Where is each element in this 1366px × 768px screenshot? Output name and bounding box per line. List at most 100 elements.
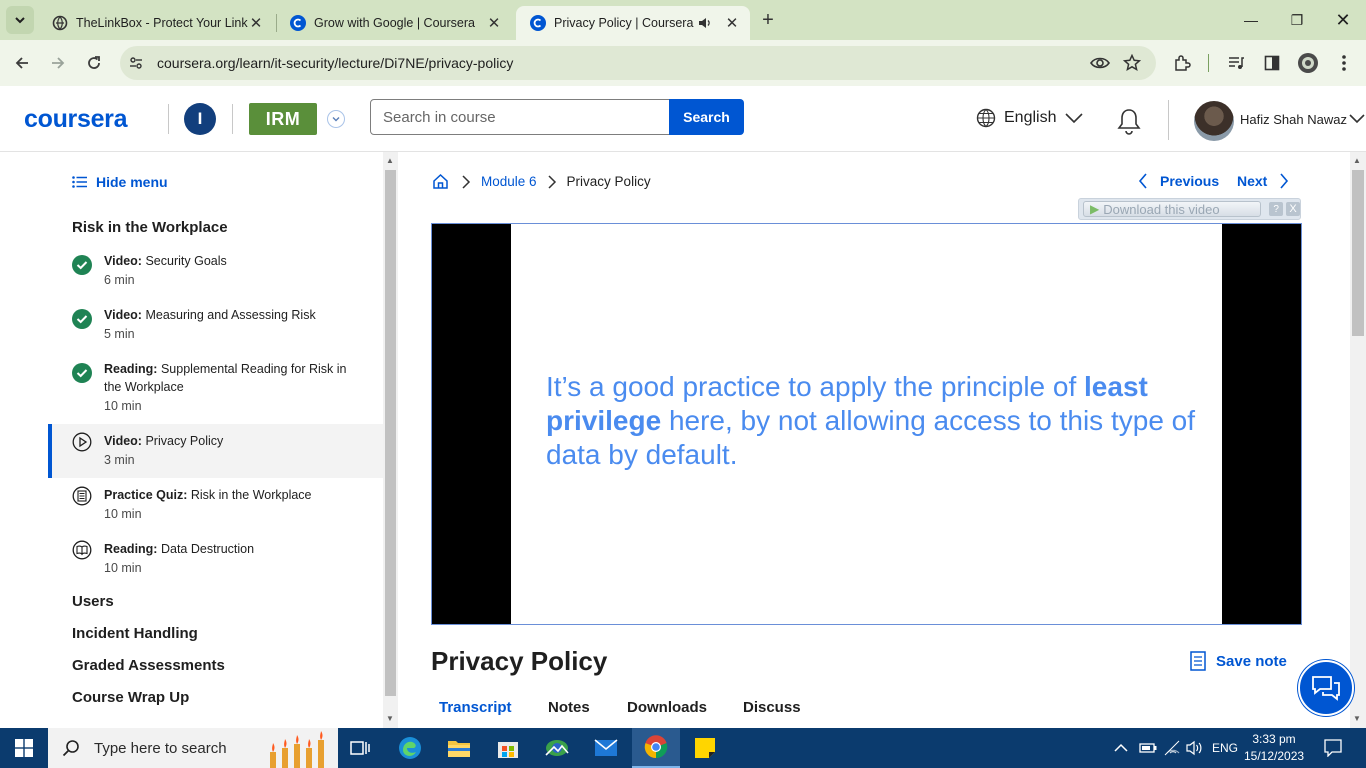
- media-controls-icon[interactable]: [1224, 51, 1248, 75]
- minimize-button[interactable]: —: [1228, 0, 1274, 40]
- sidebar-item-security-goals[interactable]: Video: Security Goals 6 min: [48, 252, 383, 296]
- header-divider: [232, 104, 233, 134]
- sidebar-item-data-destruction[interactable]: Reading: Data Destruction 10 min: [48, 540, 383, 584]
- start-button[interactable]: [0, 728, 48, 768]
- input-language-indicator[interactable]: ENG: [1212, 728, 1238, 768]
- task-view-button[interactable]: [336, 728, 384, 768]
- chevron-down-icon[interactable]: [1349, 113, 1365, 125]
- help-icon[interactable]: ?: [1269, 202, 1284, 216]
- network-icon[interactable]: [1164, 728, 1182, 768]
- tab-transcript[interactable]: Transcript: [439, 699, 512, 716]
- hide-menu-button[interactable]: Hide menu: [72, 174, 168, 190]
- tab-notes[interactable]: Notes: [548, 699, 590, 716]
- reload-button[interactable]: [82, 51, 106, 75]
- forward-button[interactable]: [46, 51, 70, 75]
- eye-icon[interactable]: [1088, 51, 1112, 75]
- volume-icon[interactable]: [1186, 728, 1204, 768]
- sidebar-section-graded-assessments[interactable]: Graded Assessments: [72, 657, 225, 674]
- browser-menu-icon[interactable]: [1332, 51, 1356, 75]
- taskbar-search-box[interactable]: Type here to search: [48, 728, 338, 768]
- item-type: Video:: [104, 254, 142, 268]
- user-name[interactable]: Hafiz Shah Nawaz: [1240, 112, 1347, 127]
- video-caption-text: It’s a good practice to apply the princi…: [546, 370, 1196, 472]
- sidebar-section-course-wrap-up[interactable]: Course Wrap Up: [72, 689, 189, 706]
- close-icon[interactable]: X: [1286, 202, 1300, 216]
- download-video-bar: ▶ Download this video ? X: [1078, 198, 1301, 220]
- module-title: Risk in the Workplace: [72, 219, 228, 236]
- chevron-down-icon: [15, 17, 25, 24]
- video-player[interactable]: It’s a good practice to apply the princi…: [431, 223, 1302, 625]
- browser-tab-grow-with-google[interactable]: Grow with Google | Coursera ✕: [276, 6, 512, 40]
- user-avatar[interactable]: [1194, 101, 1234, 141]
- next-button[interactable]: Next: [1237, 173, 1289, 189]
- sidebar-item-measuring-risk[interactable]: Video: Measuring and Assessing Risk 5 mi…: [48, 306, 383, 350]
- chrome-icon: [644, 735, 668, 759]
- edge-icon: [399, 737, 421, 759]
- notifications-bell-icon[interactable]: [1116, 107, 1142, 135]
- bookmark-star-icon[interactable]: [1120, 51, 1144, 75]
- scroll-up-icon[interactable]: ▲: [1353, 156, 1361, 165]
- home-icon[interactable]: [432, 173, 449, 190]
- item-title: Measuring and Assessing Risk: [145, 308, 316, 322]
- profile-icon[interactable]: [1296, 51, 1320, 75]
- coursera-logo[interactable]: coursera: [24, 105, 128, 134]
- partner-logo[interactable]: IRM: [249, 103, 317, 135]
- sidebar-section-incident-handling[interactable]: Incident Handling: [72, 625, 198, 642]
- save-note-button[interactable]: Save note: [1190, 651, 1287, 671]
- new-tab-button[interactable]: +: [757, 9, 779, 31]
- speaker-icon[interactable]: [698, 16, 712, 30]
- taskbar-mail[interactable]: [582, 728, 630, 768]
- close-tab-icon[interactable]: ✕: [724, 15, 740, 32]
- breadcrumb-module[interactable]: Module 6: [481, 174, 537, 189]
- show-hidden-icons-button[interactable]: [1114, 728, 1128, 768]
- play-icon: ▶: [1090, 202, 1100, 216]
- browser-tab-privacy-policy[interactable]: Privacy Policy | Coursera ✕: [516, 6, 750, 40]
- chat-support-button[interactable]: [1298, 660, 1354, 716]
- page-scrollbar-thumb[interactable]: [1352, 170, 1364, 336]
- scroll-up-icon[interactable]: ▲: [386, 156, 394, 165]
- tab-search-button[interactable]: [6, 6, 34, 34]
- scroll-down-icon[interactable]: ▼: [1353, 714, 1361, 723]
- download-video-button[interactable]: ▶ Download this video: [1083, 201, 1262, 217]
- taskbar-edge[interactable]: [386, 728, 434, 768]
- breadcrumb: Module 6 Privacy Policy: [432, 173, 651, 190]
- side-panel-icon[interactable]: [1260, 51, 1284, 75]
- taskbar-sticky-notes[interactable]: [681, 728, 729, 768]
- taskbar-chrome[interactable]: [632, 728, 680, 768]
- hide-menu-label: Hide menu: [96, 174, 168, 190]
- item-type: Reading:: [104, 542, 158, 556]
- course-search-input[interactable]: [370, 99, 670, 135]
- sidebar-item-supplemental-reading[interactable]: Reading: Supplemental Reading for Risk i…: [48, 360, 383, 418]
- previous-button[interactable]: Previous: [1138, 173, 1219, 189]
- scroll-down-icon[interactable]: ▼: [386, 714, 394, 723]
- sidebar-section-users[interactable]: Users: [72, 593, 114, 610]
- search-button[interactable]: Search: [669, 99, 744, 135]
- sidebar-item-practice-quiz[interactable]: Practice Quiz: Risk in the Workplace 10 …: [48, 486, 383, 530]
- tab-discuss[interactable]: Discuss: [743, 699, 801, 716]
- tab-downloads[interactable]: Downloads: [627, 699, 707, 716]
- reload-icon: [88, 56, 100, 69]
- item-type: Video:: [104, 434, 142, 448]
- battery-icon[interactable]: [1139, 728, 1157, 768]
- address-url[interactable]: coursera.org/learn/it-security/lecture/D…: [157, 55, 513, 71]
- back-button[interactable]: [10, 51, 34, 75]
- site-settings-icon[interactable]: [124, 51, 148, 75]
- partner-dropdown-button[interactable]: [327, 110, 345, 128]
- extensions-icon[interactable]: [1170, 51, 1194, 75]
- close-tab-icon[interactable]: ✕: [248, 15, 264, 32]
- notification-center-button[interactable]: [1324, 728, 1342, 768]
- language-selector[interactable]: English: [976, 108, 1084, 128]
- mail-icon: [594, 739, 618, 756]
- taskbar-clock[interactable]: 3:33 pm 15/12/2023: [1244, 731, 1304, 765]
- taskbar-photos[interactable]: [533, 728, 581, 768]
- university-logo[interactable]: I: [184, 103, 216, 135]
- browser-tab-thelinkbox[interactable]: TheLinkBox - Protect Your Link ✕: [38, 6, 274, 40]
- sidebar-item-privacy-policy[interactable]: Video: Privacy Policy 3 min: [48, 424, 383, 478]
- close-tab-icon[interactable]: ✕: [486, 15, 502, 32]
- restore-button[interactable]: ❐: [1274, 0, 1320, 40]
- close-window-button[interactable]: ✕: [1320, 0, 1366, 40]
- store-icon: [498, 742, 518, 758]
- taskbar-store[interactable]: [484, 728, 532, 768]
- sidebar-scrollbar-thumb[interactable]: [385, 170, 396, 696]
- taskbar-file-explorer[interactable]: [435, 728, 483, 768]
